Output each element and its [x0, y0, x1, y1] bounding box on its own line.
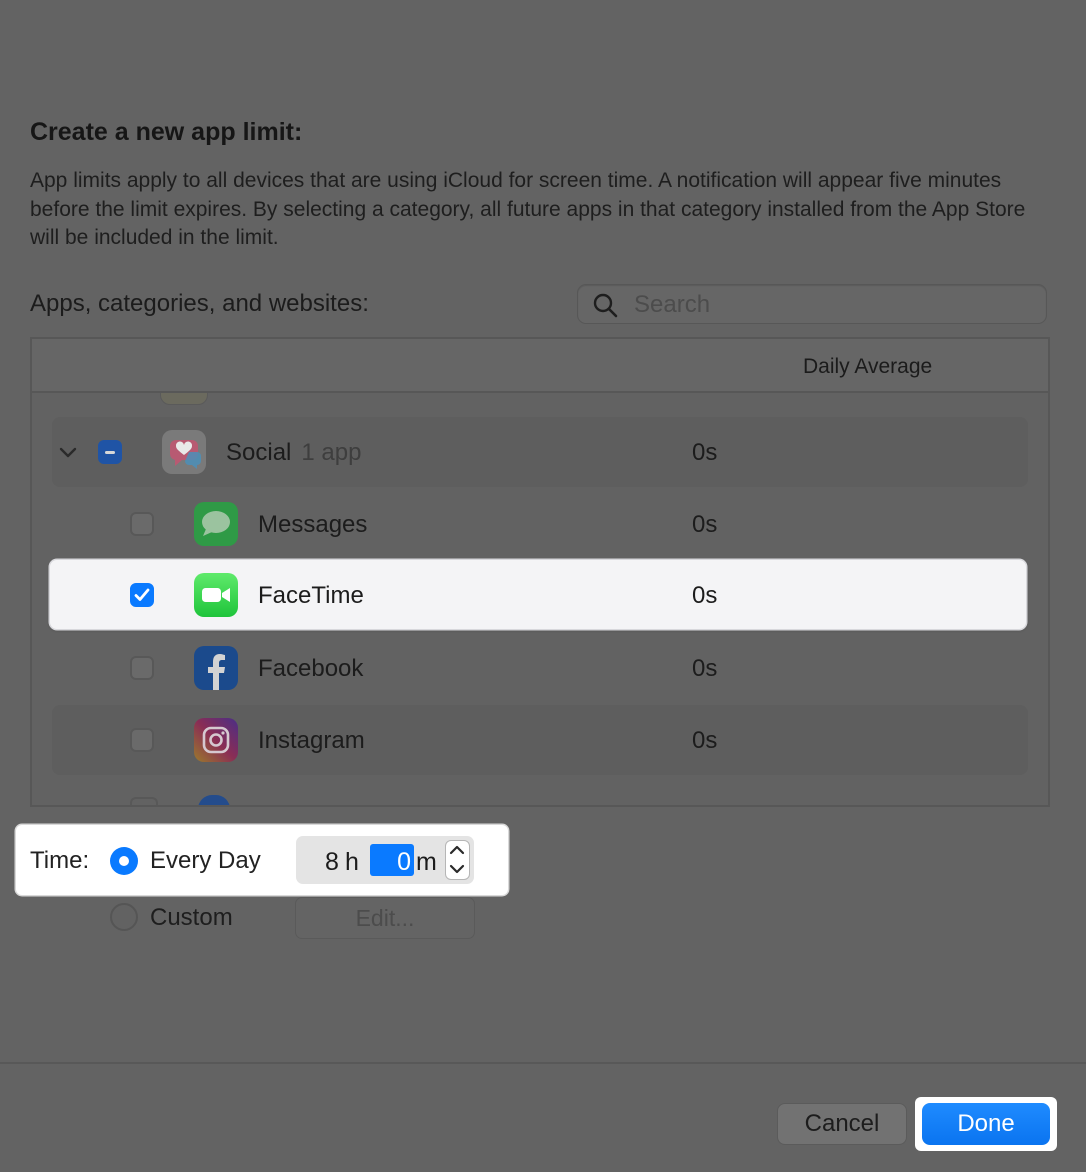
instagram-icon — [194, 718, 238, 762]
cancel-button[interactable]: Cancel — [777, 1103, 907, 1145]
facetime-icon — [194, 573, 238, 617]
time-stepper[interactable] — [445, 840, 470, 880]
instagram-checkbox[interactable] — [130, 728, 154, 752]
search-field[interactable] — [577, 284, 1047, 324]
app-row-facebook[interactable]: Facebook 0s — [52, 633, 1028, 703]
minutes-unit: m — [416, 848, 437, 876]
partial-row-icon — [198, 795, 230, 805]
apps-list-label: Apps, categories, and websites: — [30, 290, 369, 317]
minutes-value[interactable]: 0 — [397, 848, 411, 877]
app-daily-average: 0s — [692, 511, 718, 538]
category-app-count: 1 app — [301, 439, 362, 466]
hours-unit: h — [345, 848, 359, 876]
minutes-field[interactable]: 0 — [370, 844, 414, 876]
custom-label[interactable]: Custom — [150, 904, 233, 932]
checkmark-icon — [134, 588, 150, 601]
every-day-label[interactable]: Every Day — [150, 847, 261, 875]
stepper-up-icon[interactable] — [449, 845, 465, 855]
dialog-title: Create a new app limit: — [30, 118, 303, 146]
app-name: Facebook — [258, 655, 364, 682]
app-daily-average: 0s — [692, 655, 718, 682]
facetime-checkbox[interactable] — [130, 583, 154, 607]
every-day-radio[interactable] — [110, 847, 138, 875]
stepper-down-icon[interactable] — [449, 864, 465, 874]
dialog-description: App limits apply to all devices that are… — [30, 169, 1026, 249]
table-header: Daily Average — [32, 339, 1048, 393]
messages-icon — [194, 502, 238, 546]
done-button-highlight: Done — [915, 1097, 1057, 1151]
facebook-checkbox[interactable] — [130, 656, 154, 680]
app-name: Messages — [258, 511, 368, 538]
category-checkbox[interactable] — [98, 440, 122, 464]
app-daily-average: 0s — [692, 582, 718, 609]
footer-divider — [0, 1062, 1086, 1064]
search-icon — [593, 293, 618, 318]
social-category-icon — [162, 430, 206, 474]
search-input[interactable] — [632, 289, 1036, 321]
category-name: Social 1 app — [226, 439, 361, 467]
time-panel: Time: Every Day 8 h 0 m — [16, 825, 508, 895]
time-limit-field[interactable]: 8 h 0 m — [296, 836, 474, 884]
app-daily-average: 0s — [692, 727, 718, 754]
app-row-instagram[interactable]: Instagram 0s — [52, 705, 1028, 775]
category-label: Social — [226, 439, 292, 466]
app-row-facetime[interactable]: FaceTime 0s — [50, 560, 1026, 629]
hours-value[interactable]: 8 — [325, 848, 339, 877]
column-daily-average: Daily Average — [803, 355, 933, 378]
app-name: Instagram — [258, 727, 365, 754]
facebook-icon — [194, 646, 238, 690]
chevron-down-icon[interactable] — [58, 443, 78, 463]
custom-radio[interactable] — [110, 903, 138, 931]
category-row-social[interactable]: Social 1 app 0s — [52, 417, 1028, 487]
partial-row-checkbox — [130, 797, 158, 805]
edit-button[interactable]: Edit... — [295, 897, 475, 939]
app-name: FaceTime — [258, 582, 364, 609]
time-label: Time: — [30, 847, 90, 874]
done-button[interactable]: Done — [922, 1103, 1050, 1145]
category-daily-average: 0s — [692, 439, 718, 466]
app-row-messages[interactable]: Messages 0s — [52, 489, 1028, 559]
messages-checkbox[interactable] — [130, 512, 154, 536]
